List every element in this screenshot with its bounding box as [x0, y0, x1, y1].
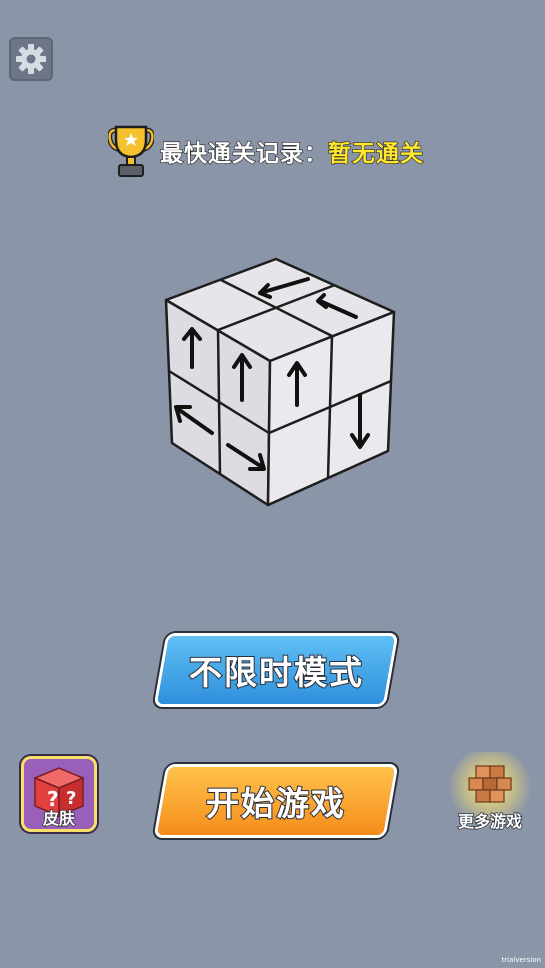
trophy-icon: [108, 125, 154, 177]
watermark-text: trialversion: [501, 956, 541, 964]
puzzle-cube[interactable]: [160, 255, 400, 511]
timeless-mode-label: 不限时模式: [188, 652, 365, 693]
gear-icon: [16, 44, 46, 74]
start-game-button[interactable]: 开始游戏: [157, 767, 395, 835]
skin-button[interactable]: ? ? 皮肤: [21, 756, 97, 832]
more-games-label: 更多游戏: [457, 811, 523, 832]
best-record: 最快通关记录： 暂无通关: [108, 124, 424, 178]
start-game-label: 开始游戏: [205, 783, 347, 824]
settings-button[interactable]: [9, 37, 53, 81]
record-label: 最快通关记录：: [159, 140, 328, 167]
more-games-button[interactable]: 更多游戏: [438, 752, 542, 836]
record-value: 暂无通关: [327, 140, 424, 167]
skin-label: 皮肤: [42, 808, 76, 829]
timeless-mode-button[interactable]: 不限时模式: [157, 636, 395, 704]
